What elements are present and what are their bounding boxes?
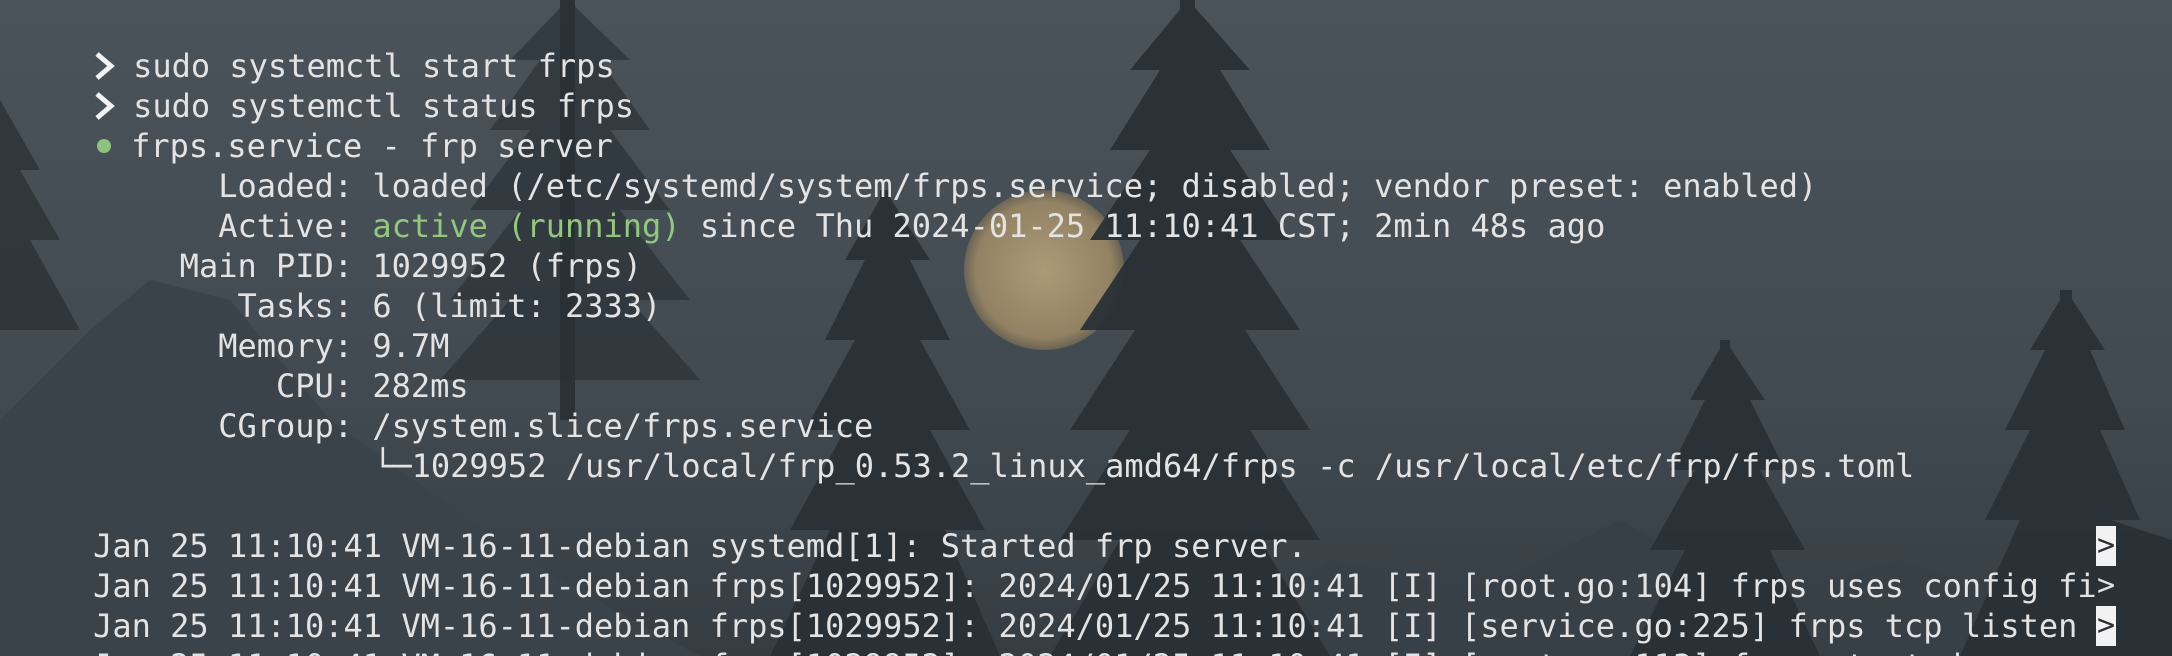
- cgroup-child-process: └─1029952 /usr/local/frp_0.53.2_linux_am…: [296, 406, 1914, 485]
- field-memory: Memory: 9.7M: [16, 286, 449, 365]
- field-tasks: Tasks: 6 (limit: 2333): [16, 246, 661, 325]
- truncation-marker: >: [2096, 526, 2116, 566]
- terminal-window[interactable]: sudo systemctl start frps sudo systemctl…: [0, 0, 2172, 656]
- truncation-marker: >: [2096, 568, 2116, 603]
- log-line: Jan 25 11:10:41 VM-16-11-debian frps[102…: [16, 606, 2097, 656]
- field-main-pid: Main PID: 1029952 (frps): [16, 206, 642, 285]
- command-line: sudo systemctl start frps: [16, 6, 615, 85]
- log-line: Jan 25 11:10:41 VM-16-11-debian frps[102…: [16, 566, 2097, 645]
- command-line: sudo systemctl status frps: [16, 46, 634, 125]
- field-cgroup: CGroup: /system.slice/frps.service: [16, 366, 873, 445]
- truncation-marker: >: [2096, 606, 2116, 646]
- service-header: frps.service - frp server: [16, 86, 613, 165]
- log-text: Jan 25 11:10:41 VM-16-11-debian frps[102…: [93, 647, 2097, 656]
- field-loaded: Loaded: loaded (/etc/systemd/system/frps…: [16, 126, 1817, 205]
- field-active: Active: active (running) since Thu 2024-…: [16, 166, 1605, 245]
- field-cpu: CPU: 282ms: [16, 326, 469, 405]
- log-line: Jan 25 11:10:41 VM-16-11-debian systemd[…: [16, 486, 1307, 565]
- log-line: Jan 25 11:10:41 VM-16-11-debian frps[102…: [16, 526, 2097, 605]
- cgroup-child-text: └─1029952 /usr/local/frp_0.53.2_linux_am…: [373, 447, 1915, 485]
- field-value: since Thu 2024-01-25 11:10:41 CST; 2min …: [680, 207, 1606, 245]
